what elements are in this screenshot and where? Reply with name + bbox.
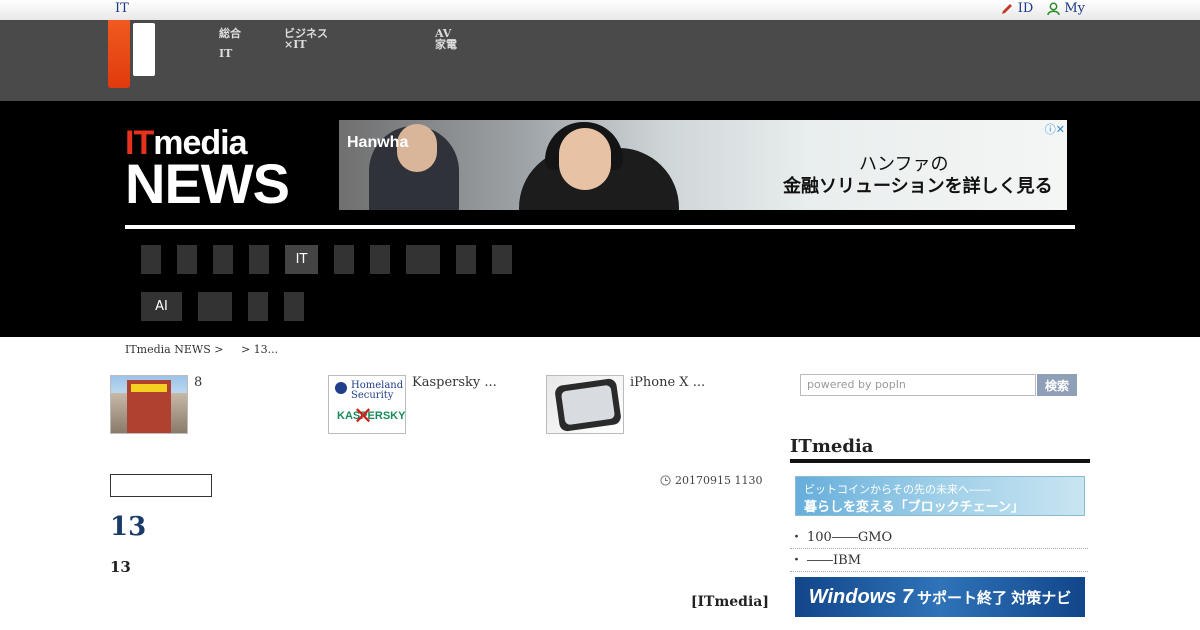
site-header: 総合 IT ビジネス ×IT AV 家電 <box>0 20 1200 101</box>
category-tag-box[interactable] <box>110 474 212 497</box>
sidebar-heading: ITmedia <box>790 436 1090 463</box>
site-logo-bar-orange[interactable] <box>108 20 130 88</box>
header-link-av[interactable]: AV 家電 <box>435 28 457 50</box>
nav-tab-13[interactable] <box>248 292 268 321</box>
article-title: 13 <box>110 512 147 542</box>
search-input[interactable]: powered by popIn <box>800 374 1036 396</box>
related-text-1[interactable]: 8 <box>194 375 304 390</box>
related-thumb-2-caption: Homeland Security <box>351 380 404 401</box>
ad-person-woman-face <box>559 128 611 190</box>
breadcrumb: ITmedia NEWS > > 13... <box>125 343 278 356</box>
cross-mark-icon: ✕ <box>353 402 374 430</box>
id-link[interactable]: ID <box>1000 1 1034 16</box>
nav-tab-12[interactable] <box>198 292 232 321</box>
site-logo-bar-white[interactable] <box>133 23 155 76</box>
article-date-text: 20170915 1130 <box>675 474 763 487</box>
search-button[interactable]: 検索 <box>1037 374 1077 396</box>
brand-logo-news[interactable]: NEWS <box>125 156 290 212</box>
sidebar-banner-windows7[interactable]: Windows 7 サポート終了 対策ナビ <box>795 577 1085 617</box>
nav-tab-it[interactable]: IT <box>285 245 318 274</box>
nav-tab-1[interactable] <box>141 245 161 274</box>
nav-tab-4[interactable] <box>249 245 269 274</box>
article-lead: 13 <box>110 558 131 576</box>
nav-tab-10[interactable] <box>492 245 512 274</box>
nav-tab-8[interactable] <box>406 245 440 274</box>
related-thumb-3[interactable] <box>546 375 624 434</box>
related-text-2[interactable]: Kaspersky ... <box>412 375 522 390</box>
sidebar-banner-windows7-main: Windows 7 <box>808 585 914 608</box>
clock-icon <box>660 475 671 486</box>
related-thumb-2[interactable]: Homeland Security KASPERSKY ✕ <box>328 375 406 434</box>
nav-tab-ai[interactable]: AI <box>141 292 182 321</box>
ad-banner[interactable]: Hanwha ハンファの 金融ソリューションを詳しく見る ⓘ✕ <box>339 120 1067 210</box>
article-date: 20170915 1130 <box>660 474 762 487</box>
nav-tab-2[interactable] <box>177 245 197 274</box>
nav-tab-3[interactable] <box>213 245 233 274</box>
my-link-label: My <box>1064 1 1085 16</box>
sidebar-link-1[interactable]: 100――GMO <box>790 524 1088 549</box>
breadcrumb-root[interactable]: ITmedia NEWS > <box>125 343 223 356</box>
homeland-security-seal-icon <box>335 382 347 394</box>
top-bar-right: ID My <box>1000 1 1085 16</box>
nav-tab-6[interactable] <box>334 245 354 274</box>
sidebar-banner-blockchain-line2: 暮らしを変える「ブロックチェーン」 <box>804 500 1024 515</box>
id-link-label: ID <box>1017 1 1034 16</box>
phone-screen <box>560 384 616 426</box>
my-link[interactable]: My <box>1047 1 1085 16</box>
ad-line2: 金融ソリューションを詳しく見る <box>783 176 1053 197</box>
header-link-line2: IT <box>219 47 233 60</box>
header-link-line2: ×IT <box>284 38 307 51</box>
nav-tab-14[interactable] <box>284 292 304 321</box>
ad-choices-icon[interactable]: ⓘ✕ <box>1045 121 1065 137</box>
sidebar-banner-blockchain-line1: ビットコインからその先の未来へ―― <box>804 483 991 496</box>
top-bar: IT ID My <box>0 0 1200 21</box>
related-thumb-1[interactable] <box>110 375 188 434</box>
related-text-3[interactable]: iPhone X ... <box>630 375 740 390</box>
top-bar-left-label[interactable]: IT <box>115 1 129 16</box>
nav-tab-7[interactable] <box>370 245 390 274</box>
header-link-business[interactable]: ビジネス ×IT <box>284 28 328 50</box>
breadcrumb-current: > 13... <box>240 343 279 356</box>
sidebar-banner-windows7-sub: サポート終了 対策ナビ <box>917 589 1072 607</box>
ad-brand: Hanwha <box>347 134 409 151</box>
user-icon <box>1047 2 1061 15</box>
pen-icon <box>1001 3 1012 14</box>
header-link-line2: 家電 <box>435 38 457 51</box>
article-credit: [ITmedia] <box>690 594 769 610</box>
header-link-general[interactable]: 総合 IT <box>219 28 241 59</box>
related-thumb-1-sign <box>131 384 167 392</box>
header-link-line1: 総合 <box>219 27 241 40</box>
brand-divider <box>125 225 1075 229</box>
nav-tab-9[interactable] <box>456 245 476 274</box>
sidebar-banner-blockchain[interactable]: ビットコインからその先の未来へ―― 暮らしを変える「ブロックチェーン」 <box>795 476 1085 516</box>
sidebar-link-2[interactable]: ――IBM <box>790 547 1088 572</box>
